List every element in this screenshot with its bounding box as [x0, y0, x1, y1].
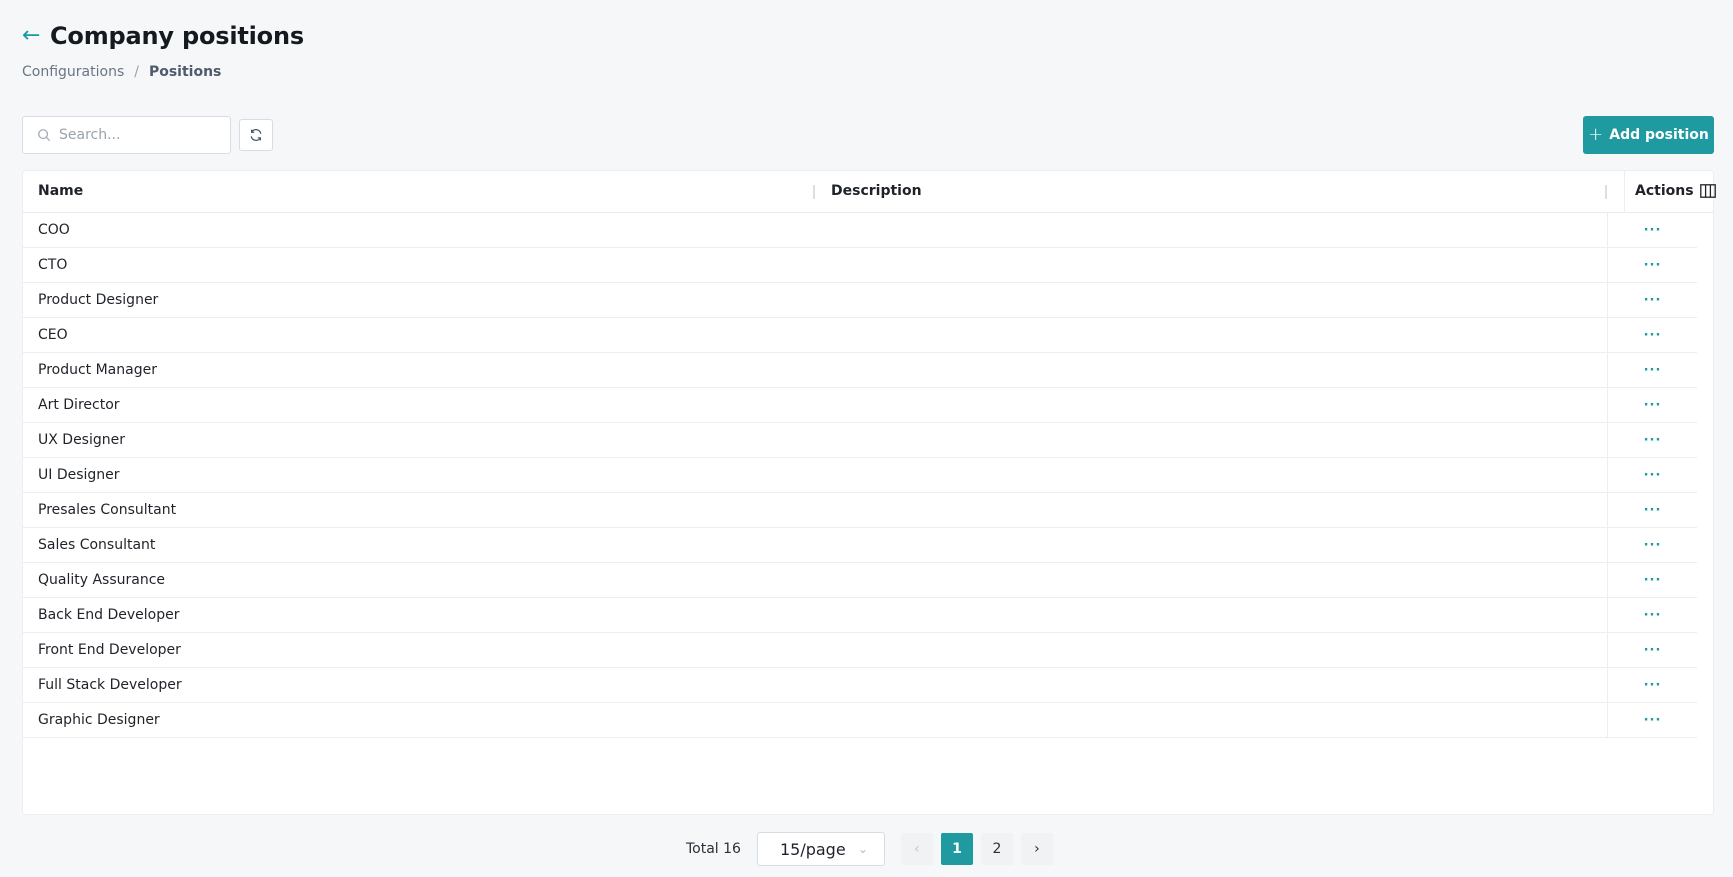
cell-name: Art Director	[38, 397, 120, 413]
cell-name: Quality Assurance	[38, 572, 166, 588]
pagination: Total 16 15/page ⌄ ‹ 1 2 ›	[686, 832, 1061, 866]
table-header: Name Description Actions	[23, 171, 1716, 213]
cell-actions: ···	[1607, 283, 1697, 317]
refresh-icon	[250, 129, 262, 141]
cell-name: Front End Developer	[38, 642, 181, 658]
table-row[interactable]: UX Designer ···	[23, 423, 1697, 458]
more-actions-icon[interactable]: ···	[1644, 224, 1662, 237]
cell-actions: ···	[1607, 213, 1697, 247]
table-row[interactable]: Presales Consultant ···	[23, 493, 1697, 528]
cell-name: CEO	[38, 327, 68, 343]
breadcrumb-separator: /	[134, 64, 139, 80]
table-row[interactable]: UI Designer ···	[23, 458, 1697, 493]
table-row[interactable]: Quality Assurance ···	[23, 563, 1697, 598]
add-position-button[interactable]: + Add position	[1583, 116, 1714, 154]
cell-name: CTO	[38, 257, 68, 273]
cell-actions: ···	[1607, 633, 1697, 667]
cell-name: Presales Consultant	[38, 502, 177, 518]
page-button-2[interactable]: 2	[980, 833, 1013, 865]
back-arrow-icon[interactable]: ←	[22, 25, 46, 47]
more-actions-icon[interactable]: ···	[1644, 714, 1662, 727]
cell-actions: ···	[1607, 458, 1697, 492]
actions-column-divider	[1624, 171, 1625, 213]
more-actions-icon[interactable]: ···	[1644, 259, 1662, 272]
cell-actions: ···	[1607, 668, 1697, 702]
table-row[interactable]: Back End Developer ···	[23, 598, 1697, 633]
page-button-1[interactable]: 1	[940, 833, 973, 865]
company-positions-page: ← Company positions Configurations / Pos…	[0, 0, 1733, 877]
cell-actions: ···	[1607, 703, 1697, 737]
column-header-name[interactable]: Name	[38, 183, 83, 199]
columns-settings-icon[interactable]	[1699, 184, 1716, 198]
cell-actions: ···	[1607, 318, 1697, 352]
cell-actions: ···	[1607, 563, 1697, 597]
table-body: COO ··· CTO ··· Product Designer ··· CEO ··· Pro…	[23, 213, 1697, 738]
more-actions-icon[interactable]: ···	[1644, 399, 1662, 412]
more-actions-icon[interactable]: ···	[1644, 539, 1662, 552]
more-actions-icon[interactable]: ···	[1644, 679, 1662, 692]
column-header-actions: Actions	[1635, 183, 1716, 199]
cell-name: Product Manager	[38, 362, 157, 378]
page-title: Company positions	[50, 22, 304, 50]
table-row[interactable]: Product Manager ···	[23, 353, 1697, 388]
prev-page-button[interactable]: ‹	[900, 833, 933, 865]
search-input[interactable]	[59, 127, 209, 143]
page-size-select[interactable]: 15/page ⌄	[756, 832, 885, 866]
cell-actions: ···	[1607, 598, 1697, 632]
breadcrumb-positions: Positions	[148, 64, 222, 80]
column-header-actions-label: Actions	[1635, 183, 1694, 199]
more-actions-icon[interactable]: ···	[1644, 574, 1662, 587]
cell-actions: ···	[1607, 528, 1697, 562]
more-actions-icon[interactable]: ···	[1644, 609, 1662, 622]
add-position-label: Add position	[1609, 127, 1709, 143]
table-row[interactable]: CEO ···	[23, 318, 1697, 353]
positions-table: Name Description Actions COO ··· CTO ··· Pro…	[22, 170, 1716, 815]
plus-icon: +	[1588, 124, 1604, 145]
table-row[interactable]: Sales Consultant ···	[23, 528, 1697, 563]
more-actions-icon[interactable]: ···	[1644, 469, 1662, 482]
cell-name: COO	[38, 222, 70, 238]
table-row[interactable]: COO ···	[23, 213, 1697, 248]
chevron-down-icon: ⌄	[857, 842, 868, 856]
cell-name: Back End Developer	[38, 607, 180, 623]
search-box[interactable]	[22, 116, 231, 154]
more-actions-icon[interactable]: ···	[1644, 294, 1662, 307]
cell-name: Full Stack Developer	[38, 677, 182, 693]
more-actions-icon[interactable]: ···	[1644, 364, 1662, 377]
more-actions-icon[interactable]: ···	[1644, 504, 1662, 517]
more-actions-icon[interactable]: ···	[1644, 329, 1662, 342]
table-row[interactable]: Product Designer ···	[23, 283, 1697, 318]
total-count: Total 16	[686, 841, 741, 857]
column-resizer-description[interactable]	[1605, 185, 1607, 199]
cell-name: Graphic Designer	[38, 712, 160, 728]
breadcrumb: Configurations / Positions	[22, 64, 221, 80]
cell-name: Sales Consultant	[38, 537, 156, 553]
page-size-value: 15/page	[779, 839, 846, 859]
cell-actions: ···	[1607, 388, 1697, 422]
table-row[interactable]: CTO ···	[23, 248, 1697, 283]
title-row: ← Company positions	[22, 22, 304, 50]
cell-actions: ···	[1607, 423, 1697, 457]
cell-name: Product Designer	[38, 292, 159, 308]
chevron-right-icon: ›	[1034, 841, 1040, 857]
refresh-button[interactable]	[239, 119, 273, 151]
column-header-description[interactable]: Description	[831, 183, 922, 199]
table-row[interactable]: Full Stack Developer ···	[23, 668, 1697, 703]
chevron-left-icon: ‹	[914, 841, 920, 857]
cell-actions: ···	[1607, 248, 1697, 282]
cell-name: UI Designer	[38, 467, 120, 483]
more-actions-icon[interactable]: ···	[1644, 434, 1662, 447]
next-page-button[interactable]: ›	[1020, 833, 1053, 865]
table-row[interactable]: Graphic Designer ···	[23, 703, 1697, 738]
cell-name: UX Designer	[38, 432, 125, 448]
column-resizer-name[interactable]	[813, 185, 815, 199]
table-row[interactable]: Front End Developer ···	[23, 633, 1697, 668]
cell-actions: ···	[1607, 353, 1697, 387]
search-icon	[38, 129, 51, 142]
breadcrumb-configurations[interactable]: Configurations	[22, 64, 124, 80]
table-row[interactable]: Art Director ···	[23, 388, 1697, 423]
more-actions-icon[interactable]: ···	[1644, 644, 1662, 657]
cell-actions: ···	[1607, 493, 1697, 527]
